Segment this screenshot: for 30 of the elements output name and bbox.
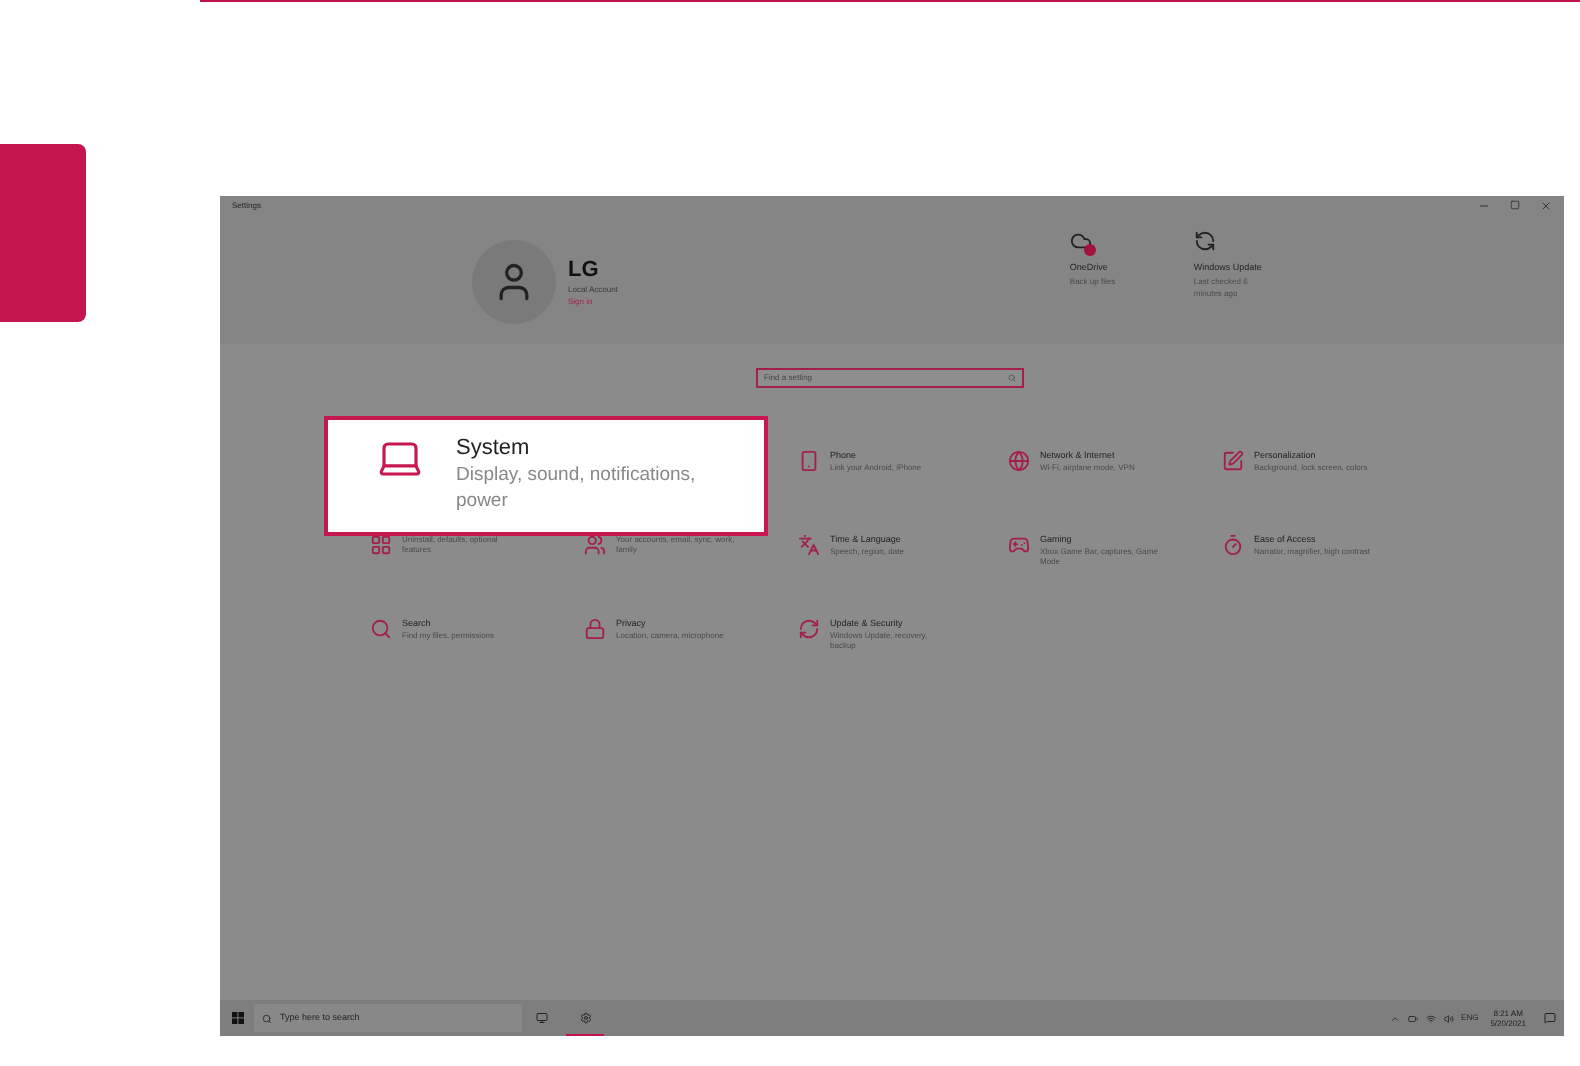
refresh-icon xyxy=(798,618,820,640)
settings-icon xyxy=(579,1011,591,1023)
language-icon xyxy=(798,534,820,556)
apps-icon xyxy=(370,534,392,556)
smartphone-icon xyxy=(798,450,820,472)
highlight-title: System xyxy=(456,434,532,462)
cloud-icon xyxy=(1069,230,1092,252)
globe-icon xyxy=(1008,450,1030,472)
volume-icon[interactable] xyxy=(1443,1013,1454,1023)
chevron-up-icon[interactable] xyxy=(1389,1013,1400,1023)
account-name: LG xyxy=(568,257,601,283)
timer-icon xyxy=(1222,534,1244,556)
windows-logo-icon[interactable] xyxy=(232,1012,244,1024)
pen-square-icon xyxy=(1222,450,1244,472)
notification-icon[interactable] xyxy=(1544,1012,1556,1024)
person-icon xyxy=(584,534,606,556)
gamepad-icon xyxy=(1008,534,1030,556)
highlight-card[interactable]: System Display, sound, notifications, power xyxy=(324,416,768,536)
wifi-icon[interactable] xyxy=(1425,1013,1436,1023)
search-icon xyxy=(370,618,392,640)
battery-icon[interactable] xyxy=(1407,1013,1418,1023)
maximize-icon[interactable] xyxy=(1510,200,1520,210)
update-icon xyxy=(1193,230,1216,252)
close-icon[interactable] xyxy=(1540,200,1552,212)
minimize-icon[interactable] xyxy=(1478,200,1490,212)
search-icon xyxy=(262,1013,272,1023)
search-icon xyxy=(1008,374,1016,382)
lock-icon xyxy=(584,618,606,640)
task-view-icon[interactable] xyxy=(536,1012,548,1024)
highlight-description: Display, sound, notifications, power xyxy=(456,462,698,514)
